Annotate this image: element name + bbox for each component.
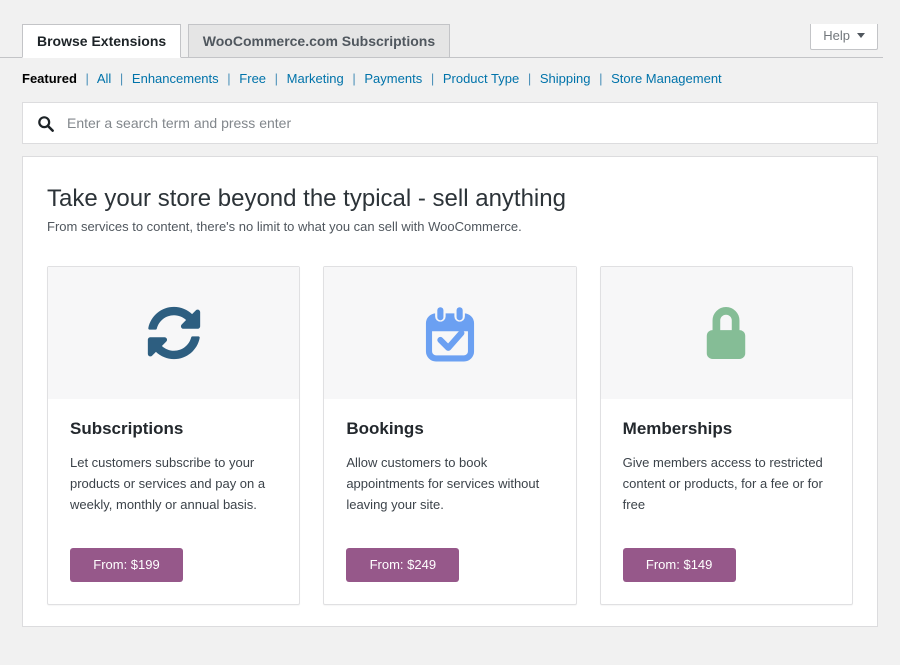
filter-shipping[interactable]: Shipping bbox=[540, 71, 591, 86]
product-description: Allow customers to book appointments for… bbox=[346, 452, 553, 515]
filter-store-management[interactable]: Store Management bbox=[611, 71, 722, 86]
help-button[interactable]: Help bbox=[810, 24, 878, 50]
hero-title: Take your store beyond the typical - sel… bbox=[47, 185, 853, 213]
price-button[interactable]: From: $199 bbox=[70, 548, 183, 582]
card-body: Subscriptions Let customers subscribe to… bbox=[48, 399, 299, 604]
lock-icon bbox=[701, 303, 751, 363]
product-description: Give members access to restricted conten… bbox=[623, 452, 830, 515]
filter-separator: | bbox=[431, 71, 434, 86]
search-input[interactable] bbox=[65, 114, 863, 132]
product-card-subscriptions[interactable]: Subscriptions Let customers subscribe to… bbox=[47, 266, 300, 605]
search-bar bbox=[22, 102, 878, 144]
filter-all[interactable]: All bbox=[97, 71, 111, 86]
product-description: Let customers subscribe to your products… bbox=[70, 452, 277, 515]
tab-bar: Browse Extensions WooCommerce.com Subscr… bbox=[0, 24, 883, 58]
product-title: Bookings bbox=[346, 419, 553, 439]
price-button[interactable]: From: $149 bbox=[623, 548, 736, 582]
product-title: Subscriptions bbox=[70, 419, 277, 439]
filter-marketing[interactable]: Marketing bbox=[287, 71, 344, 86]
product-cards: Subscriptions Let customers subscribe to… bbox=[47, 266, 853, 605]
filter-payments[interactable]: Payments bbox=[364, 71, 422, 86]
caret-down-icon bbox=[857, 33, 865, 38]
sync-icon bbox=[147, 306, 201, 360]
filter-separator: | bbox=[275, 71, 278, 86]
card-body: Memberships Give members access to restr… bbox=[601, 399, 852, 604]
filter-featured[interactable]: Featured bbox=[22, 71, 77, 86]
tab-browse-extensions[interactable]: Browse Extensions bbox=[22, 24, 181, 58]
tab-woocommerce-subscriptions[interactable]: WooCommerce.com Subscriptions bbox=[188, 24, 450, 57]
calendar-check-icon bbox=[422, 304, 478, 362]
help-button-label: Help bbox=[823, 28, 850, 43]
card-body: Bookings Allow customers to book appoint… bbox=[324, 399, 575, 604]
featured-extensions-panel: Take your store beyond the typical - sel… bbox=[22, 156, 878, 627]
filter-free[interactable]: Free bbox=[239, 71, 266, 86]
filter-separator: | bbox=[528, 71, 531, 86]
filter-separator: | bbox=[120, 71, 123, 86]
card-icon-area bbox=[601, 267, 852, 399]
filter-separator: | bbox=[599, 71, 602, 86]
filter-separator: | bbox=[227, 71, 230, 86]
search-icon bbox=[37, 115, 54, 132]
product-card-bookings[interactable]: Bookings Allow customers to book appoint… bbox=[323, 266, 576, 605]
card-icon-area bbox=[324, 267, 575, 399]
product-card-memberships[interactable]: Memberships Give members access to restr… bbox=[600, 266, 853, 605]
filter-separator: | bbox=[86, 71, 89, 86]
card-icon-area bbox=[48, 267, 299, 399]
filter-product-type[interactable]: Product Type bbox=[443, 71, 519, 86]
hero-subtitle: From services to content, there's no lim… bbox=[47, 218, 853, 236]
product-title: Memberships bbox=[623, 419, 830, 439]
category-filter-bar: Featured | All | Enhancements | Free | M… bbox=[22, 71, 878, 86]
filter-separator: | bbox=[352, 71, 355, 86]
price-button[interactable]: From: $249 bbox=[346, 548, 459, 582]
filter-enhancements[interactable]: Enhancements bbox=[132, 71, 219, 86]
